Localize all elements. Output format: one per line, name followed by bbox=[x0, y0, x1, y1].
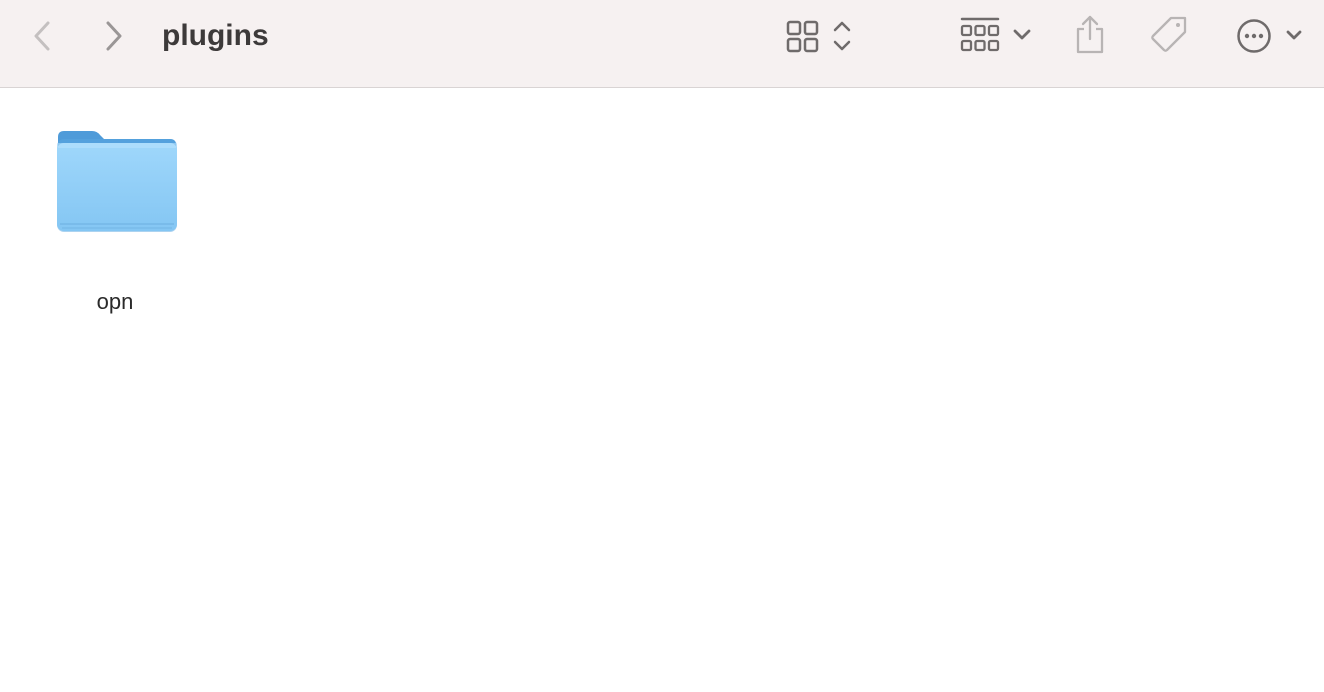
folder-label: opn bbox=[96, 289, 134, 314]
share-button[interactable] bbox=[1070, 12, 1110, 58]
chevron-right-icon bbox=[106, 21, 122, 51]
back-button[interactable] bbox=[26, 16, 58, 56]
icon-grid-icon bbox=[786, 20, 851, 53]
more-actions-button[interactable] bbox=[1232, 14, 1312, 58]
file-browser-content: opn bbox=[0, 89, 1324, 692]
ellipsis-circle-icon bbox=[1237, 19, 1302, 53]
tag-icon bbox=[1151, 16, 1187, 52]
group-grid-icon bbox=[960, 17, 1031, 52]
toolbar: plugins bbox=[0, 0, 1324, 88]
folder-icon bbox=[57, 131, 177, 232]
chevron-left-icon bbox=[34, 21, 50, 51]
finder-window: plugins opn bbox=[0, 0, 1324, 692]
folder-item-opn[interactable]: opn bbox=[40, 119, 190, 314]
tag-button[interactable] bbox=[1147, 14, 1191, 58]
view-mode-button[interactable] bbox=[780, 14, 860, 58]
window-title: plugins bbox=[162, 19, 269, 52]
group-by-button[interactable] bbox=[955, 14, 1035, 58]
forward-button[interactable] bbox=[98, 16, 130, 56]
share-icon bbox=[1076, 15, 1104, 54]
